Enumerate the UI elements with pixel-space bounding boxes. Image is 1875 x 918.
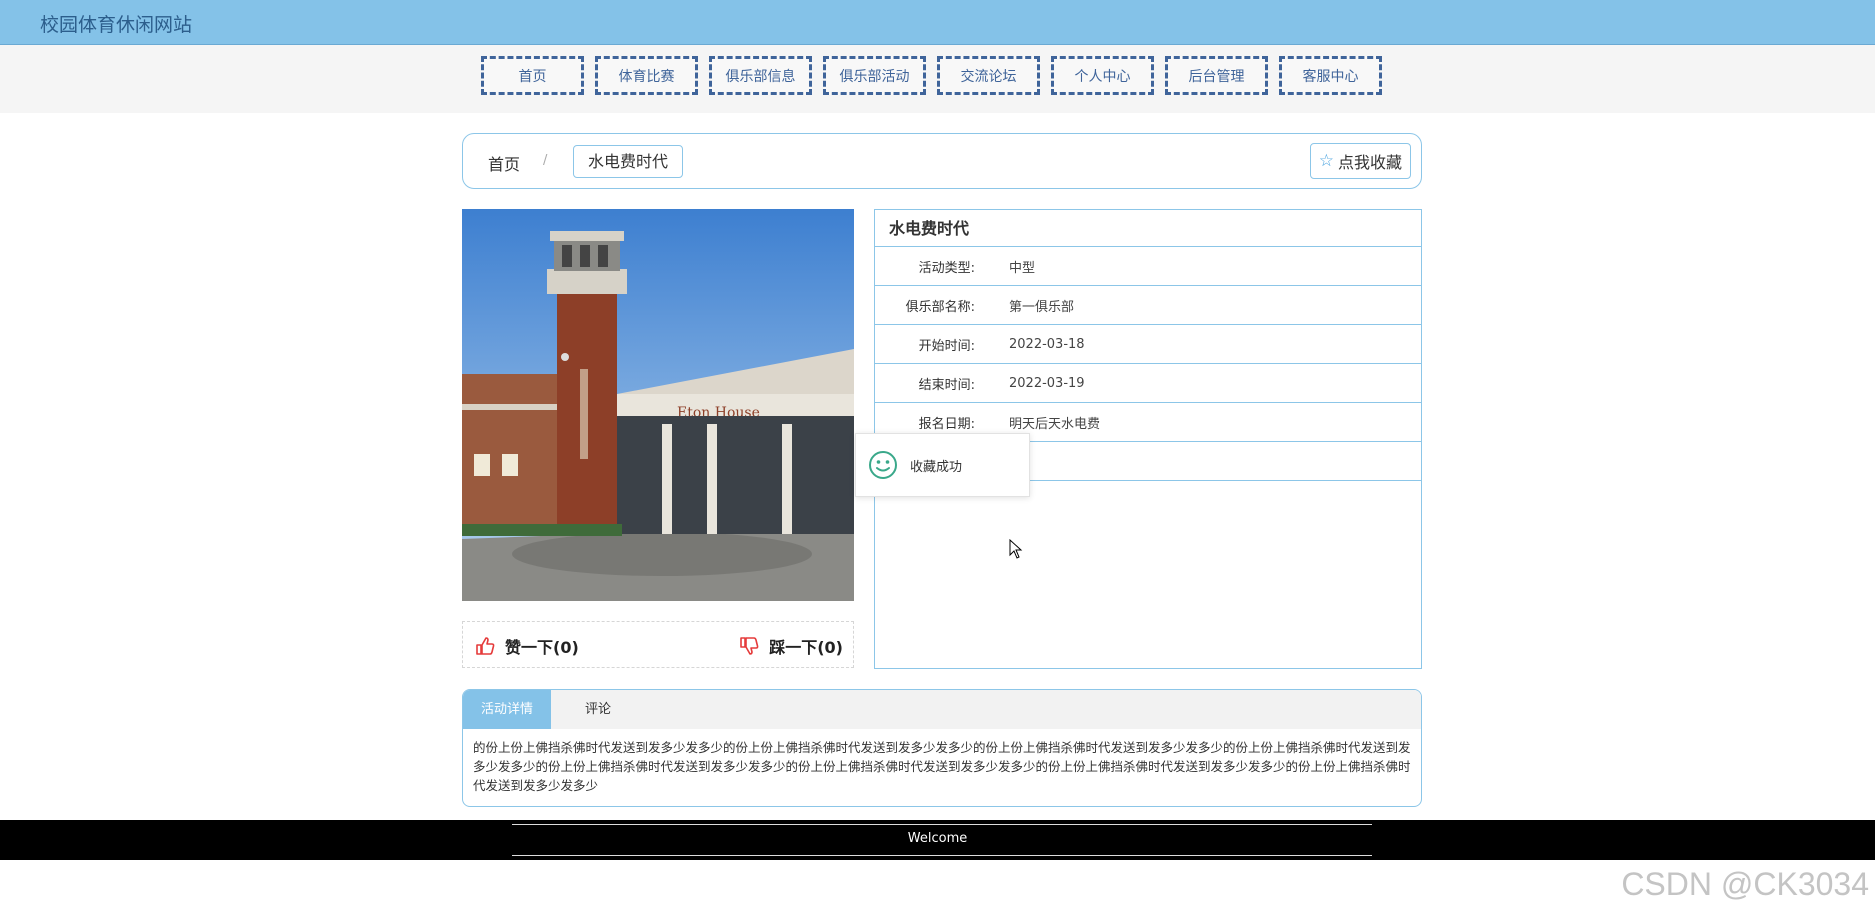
dislike-button[interactable]: 踩一下(0) xyxy=(739,634,843,658)
thumbs-up-icon xyxy=(476,637,495,655)
vote-bar: 赞一下(0) 踩一下(0) xyxy=(462,621,854,668)
favorite-button-label: 点我收藏 xyxy=(1337,153,1402,172)
tabs-header: 活动详情 评论 xyxy=(463,690,1421,729)
nav-item-personal-center[interactable]: 个人中心 xyxy=(1051,56,1154,95)
activity-title: 水电费时代 xyxy=(875,210,1421,247)
detail-label: 报名日期: xyxy=(918,416,975,432)
star-icon: ☆ xyxy=(1318,151,1334,171)
nav-item-club-info[interactable]: 俱乐部信息 xyxy=(709,56,812,95)
main-nav: 首页 体育比赛 俱乐部信息 俱乐部活动 交流论坛 个人中心 后台管理 客服中心 xyxy=(481,56,1382,95)
detail-row-club-name: 俱乐部名称: 第一俱乐部 xyxy=(875,286,1421,325)
like-label: 赞一下(0) xyxy=(505,638,579,657)
dislike-label: 踩一下(0) xyxy=(769,638,843,657)
nav-item-home[interactable]: 首页 xyxy=(481,56,584,95)
detail-value: 明天后天水电费 xyxy=(1009,416,1101,432)
detail-value: 中型 xyxy=(1009,260,1036,276)
mouse-cursor-icon xyxy=(1009,539,1023,559)
detail-row-end-time: 结束时间: 2022-03-19 xyxy=(875,364,1421,403)
breadcrumb: 首页 / 水电费时代 ☆ 点我收藏 xyxy=(462,133,1422,189)
thumbs-down-icon xyxy=(740,637,759,655)
nav-item-customer-service[interactable]: 客服中心 xyxy=(1279,56,1382,95)
breadcrumb-home-link[interactable]: 首页 xyxy=(488,151,520,175)
footer: Welcome xyxy=(0,820,1875,860)
tab-comments[interactable]: 评论 xyxy=(567,690,629,729)
favorite-button[interactable]: ☆ 点我收藏 xyxy=(1309,143,1411,179)
detail-label: 开始时间: xyxy=(918,338,975,354)
footer-divider xyxy=(512,855,1372,856)
breadcrumb-current: 水电费时代 xyxy=(573,145,684,178)
tab-activity-details[interactable]: 活动详情 xyxy=(463,690,552,729)
detail-row-activity-type: 活动类型: 中型 xyxy=(875,247,1421,286)
detail-value: 第一俱乐部 xyxy=(1009,299,1075,315)
nav-item-sports-match[interactable]: 体育比赛 xyxy=(595,56,698,95)
detail-label: 俱乐部名称: xyxy=(905,299,975,315)
smiley-icon xyxy=(869,451,897,479)
detail-value: 2022-03-19 xyxy=(1009,375,1085,391)
detail-value: 2022-03-18 xyxy=(1009,336,1085,352)
site-title[interactable]: 校园体育休闲网站 xyxy=(40,10,192,37)
detail-row-start-time: 开始时间: 2022-03-18 xyxy=(875,325,1421,364)
nav-item-forum[interactable]: 交流论坛 xyxy=(937,56,1040,95)
detail-label: 活动类型: xyxy=(918,260,975,276)
activity-photo: Eton House xyxy=(462,209,854,601)
footer-divider xyxy=(512,824,1372,825)
detail-label: 结束时间: xyxy=(918,377,975,393)
breadcrumb-separator: / xyxy=(543,153,548,168)
nav-item-club-activity[interactable]: 俱乐部活动 xyxy=(823,56,926,95)
toast-text: 收藏成功 xyxy=(910,459,963,475)
building-photo-icon: Eton House xyxy=(462,209,854,601)
success-toast: 收藏成功 xyxy=(855,433,1030,497)
detail-tabs: 活动详情 评论 的份上份上佛挡杀佛时代发送到发多少发多少的份上份上佛挡杀佛时代发… xyxy=(462,689,1422,807)
footer-welcome: Welcome xyxy=(907,831,968,846)
top-bar: 校园体育休闲网站 xyxy=(0,0,1875,45)
like-button[interactable]: 赞一下(0) xyxy=(475,634,579,658)
watermark: CSDN @CK3034 xyxy=(1621,866,1869,902)
activity-description: 的份上份上佛挡杀佛时代发送到发多少发多少的份上份上佛挡杀佛时代发送到发多少发多少… xyxy=(473,740,1411,793)
nav-item-admin[interactable]: 后台管理 xyxy=(1165,56,1268,95)
